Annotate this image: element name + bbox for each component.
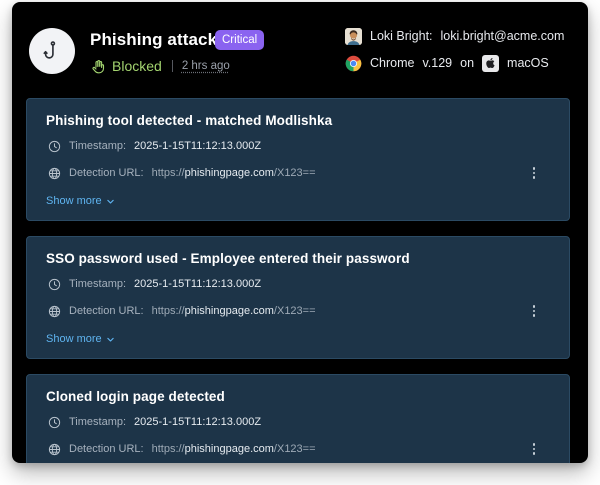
- chrome-icon: [345, 55, 362, 71]
- timestamp-row: Timestamp: 2025-1-15T11:12:13.000Z: [48, 138, 261, 154]
- show-more-link[interactable]: Show more: [46, 333, 115, 345]
- incident-avatar: [29, 28, 75, 74]
- user-avatar: [345, 27, 362, 45]
- show-more-label: Show more: [46, 195, 102, 207]
- user-email: loki.bright@acme.com: [440, 29, 565, 43]
- browser-info: Chrome v.129 on macOS: [345, 54, 549, 72]
- url-label: Detection URL:: [69, 443, 144, 455]
- timestamp-value: 2025-1-15T11:12:13.000Z: [134, 416, 262, 428]
- detection-url[interactable]: https://phishingpage.com/X123==: [152, 305, 316, 317]
- detection-title: Cloned login page detected: [46, 389, 225, 404]
- hook-icon: [43, 41, 56, 59]
- url-label: Detection URL:: [69, 167, 144, 179]
- url-scheme: https://: [151, 305, 185, 317]
- timestamp-label: Timestamp:: [69, 416, 127, 428]
- detection-title: SSO password used - Employee entered the…: [46, 251, 410, 266]
- timestamp-row: Timestamp: 2025-1-15T11:12:13.000Z: [48, 276, 261, 292]
- url-label: Detection URL:: [69, 305, 144, 317]
- browser-version: v.129: [422, 56, 453, 70]
- user-info: Loki Bright: loki.bright@acme.com: [345, 27, 564, 45]
- chevron-down-icon: [106, 199, 114, 204]
- url-scheme: https://: [151, 167, 185, 179]
- url-host: phishingpage.com: [184, 443, 274, 455]
- clock-icon: [48, 278, 61, 290]
- status-label: Blocked: [112, 58, 162, 74]
- show-more-label: Show more: [46, 333, 102, 345]
- detection-card: SSO password used - Employee entered the…: [26, 236, 570, 359]
- status-divider: [171, 60, 173, 72]
- globe-icon: [48, 443, 61, 455]
- show-more-link[interactable]: Show more: [46, 195, 115, 207]
- timestamp-value: 2025-1-15T11:12:13.000Z: [134, 140, 262, 152]
- kebab-menu-icon[interactable]: [529, 304, 539, 318]
- severity-badge: Critical: [215, 30, 265, 50]
- detection-title: Phishing tool detected - matched Modlish…: [46, 113, 333, 128]
- hand-icon: [92, 59, 105, 73]
- url-path: /X123==: [273, 443, 316, 455]
- user-name: Loki Bright:: [370, 29, 433, 43]
- detection-card: Phishing tool detected - matched Modlish…: [26, 98, 570, 221]
- kebab-menu-icon[interactable]: [529, 166, 539, 180]
- url-row: Detection URL: https://phishingpage.com/…: [48, 441, 316, 457]
- url-row: Detection URL: https://phishingpage.com/…: [48, 165, 316, 181]
- url-host: phishingpage.com: [184, 305, 274, 317]
- clock-icon: [48, 140, 61, 152]
- incident-status: Blocked 2 hrs ago: [91, 57, 230, 75]
- globe-icon: [48, 305, 61, 317]
- os-connector: on: [460, 56, 475, 70]
- kebab-menu-icon[interactable]: [529, 442, 539, 456]
- incident-panel: Phishing attack Critical Blocked 2 hrs a…: [12, 2, 588, 463]
- url-path: /X123==: [273, 167, 316, 179]
- clock-icon: [48, 416, 61, 428]
- timestamp-label: Timestamp:: [69, 140, 127, 152]
- timestamp-value: 2025-1-15T11:12:13.000Z: [134, 278, 262, 290]
- url-path: /X123==: [273, 305, 316, 317]
- globe-icon: [48, 167, 61, 179]
- url-row: Detection URL: https://phishingpage.com/…: [48, 303, 316, 319]
- url-host: phishingpage.com: [184, 167, 274, 179]
- detection-card: Cloned login page detected Timestamp: 20…: [26, 374, 570, 463]
- incident-title: Phishing attack: [90, 30, 218, 49]
- chevron-down-icon: [106, 337, 114, 342]
- timestamp-row: Timestamp: 2025-1-15T11:12:13.000Z: [48, 414, 261, 430]
- os-name: macOS: [507, 56, 549, 70]
- browser-name: Chrome: [370, 56, 415, 70]
- apple-icon: [482, 54, 500, 72]
- detection-url[interactable]: https://phishingpage.com/X123==: [152, 167, 316, 179]
- detection-url[interactable]: https://phishingpage.com/X123==: [152, 443, 316, 455]
- timestamp-label: Timestamp:: [69, 278, 127, 290]
- url-scheme: https://: [151, 443, 185, 455]
- time-ago[interactable]: 2 hrs ago: [182, 60, 230, 72]
